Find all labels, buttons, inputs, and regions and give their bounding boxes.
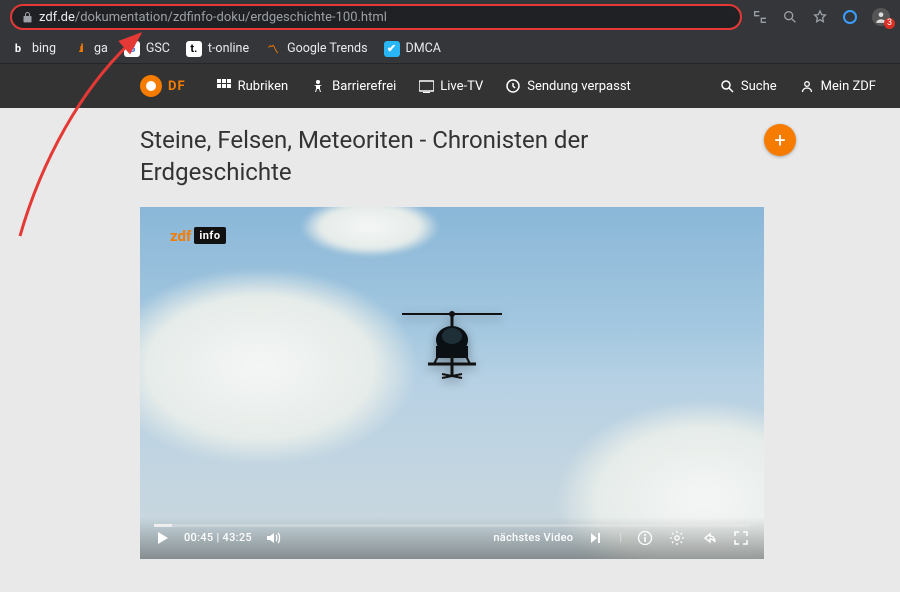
volume-button[interactable]: [264, 529, 282, 547]
bookmark-bing[interactable]: b bing: [10, 41, 56, 57]
video-frame: [140, 207, 764, 559]
add-button[interactable]: +: [764, 124, 796, 156]
time-display: 00:45 | 43:25: [184, 531, 252, 544]
bookmark-ga[interactable]: .ıl ga: [72, 41, 108, 57]
content-area: Steine, Felsen, Meteoriten - Chronisten …: [0, 108, 900, 559]
lock-icon: [22, 11, 33, 23]
url-host: zdf.de: [39, 10, 75, 25]
translate-icon[interactable]: [752, 9, 768, 25]
profile-badge: 3: [884, 18, 895, 29]
browser-omnibox-row: zdf.de/dokumentation/zdfinfo-doku/erdges…: [0, 0, 900, 34]
grid-icon: [216, 78, 232, 94]
tonline-icon: t.: [186, 41, 202, 57]
nav-suche[interactable]: Suche: [719, 78, 777, 94]
nav-sendung-verpasst[interactable]: Sendung verpasst: [505, 78, 631, 94]
search-icon: [719, 78, 735, 94]
star-icon[interactable]: [812, 9, 828, 25]
bookmark-label: Google Trends: [287, 41, 367, 56]
bookmark-label: ga: [94, 41, 108, 56]
clock-icon: [505, 78, 521, 94]
current-time: 00:45: [184, 531, 213, 544]
analytics-icon: .ıl: [72, 41, 88, 57]
share-button[interactable]: [700, 529, 718, 547]
nav-label: Barrierefrei: [332, 79, 396, 94]
page-title: Steine, Felsen, Meteoriten - Chronisten …: [140, 124, 640, 189]
video-player[interactable]: zdf info 00:45 | 43:25 nächstes Video |: [140, 207, 764, 559]
zdf-logo-icon: [140, 75, 162, 97]
nav-label: Suche: [741, 79, 777, 94]
nav-label: Live-TV: [440, 79, 483, 94]
extension-circle-icon[interactable]: [842, 9, 858, 25]
bookmark-label: bing: [32, 41, 56, 56]
dmca-icon: ✔: [384, 41, 400, 57]
bookmark-label: GSC: [146, 41, 170, 56]
bookmark-gsc[interactable]: G GSC: [124, 41, 170, 57]
zdf-logo[interactable]: DF: [140, 75, 186, 97]
nav-rubriken[interactable]: Rubriken: [216, 78, 289, 94]
zoom-icon[interactable]: [782, 9, 798, 25]
next-video-label: nächstes Video: [493, 531, 573, 544]
duration: 43:25: [223, 531, 252, 544]
helicopter-image: [392, 296, 512, 386]
channel-watermark: zdf info: [170, 227, 226, 245]
zdf-logo-text: DF: [168, 79, 186, 94]
user-icon: [799, 78, 815, 94]
nav-label: Sendung verpasst: [527, 79, 631, 94]
info-button[interactable]: [636, 529, 654, 547]
omnibox-actions: 3: [752, 8, 890, 26]
nav-mein-zdf[interactable]: Mein ZDF: [799, 78, 876, 94]
fullscreen-button[interactable]: [732, 529, 750, 547]
bookmark-label: DMCA: [406, 41, 441, 56]
watermark-sub: info: [194, 227, 225, 244]
nav-live-tv[interactable]: Live-TV: [418, 78, 483, 94]
page-viewport: DF Rubriken Barrierefrei Live-TV Sendung…: [0, 64, 900, 592]
bookmark-label: t-online: [208, 41, 249, 56]
bookmark-dmca[interactable]: ✔ DMCA: [384, 41, 441, 57]
bookmark-google-trends[interactable]: 〽 Google Trends: [265, 41, 367, 57]
controls-divider: |: [619, 531, 622, 544]
nav-barrierefrei[interactable]: Barrierefrei: [310, 78, 396, 94]
tv-icon: [418, 78, 434, 94]
address-bar[interactable]: zdf.de/dokumentation/zdfinfo-doku/erdges…: [10, 4, 742, 30]
site-header: DF Rubriken Barrierefrei Live-TV Sendung…: [0, 64, 900, 108]
bookmark-tonline[interactable]: t. t-online: [186, 41, 249, 57]
bing-icon: b: [10, 41, 26, 57]
plus-icon: +: [774, 128, 785, 152]
watermark-brand: zdf: [170, 227, 191, 245]
profile-avatar[interactable]: 3: [872, 8, 890, 26]
gsc-icon: G: [124, 41, 140, 57]
nav-label: Rubriken: [238, 79, 289, 94]
nav-label: Mein ZDF: [821, 79, 876, 94]
play-button[interactable]: [154, 529, 172, 547]
bookmarks-bar: b bing .ıl ga G GSC t. t-online 〽 Google…: [0, 34, 900, 64]
accessibility-icon: [310, 78, 326, 94]
url-path: /dokumentation/zdfinfo-doku/erdgeschicht…: [75, 10, 387, 25]
trends-icon: 〽: [265, 41, 281, 57]
next-video-button[interactable]: [587, 529, 605, 547]
settings-button[interactable]: [668, 529, 686, 547]
player-controls: 00:45 | 43:25 nächstes Video |: [140, 517, 764, 559]
